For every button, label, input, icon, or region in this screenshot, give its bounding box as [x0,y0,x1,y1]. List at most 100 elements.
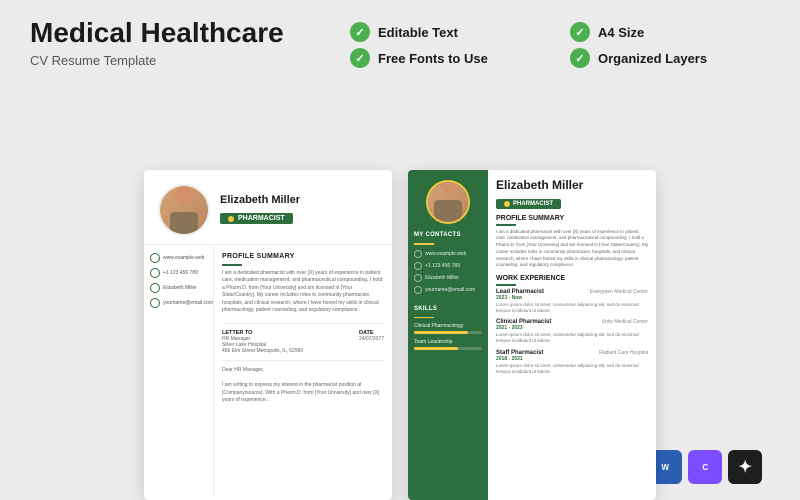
email-icon-right [414,286,422,294]
feature-label-free-fonts: Free Fonts to Use [378,51,488,66]
skill-name-clinical: Clinical Pharmacology [414,323,482,329]
email-icon [150,298,160,308]
title-area: Medical Healthcare CV Resume Template [30,18,330,68]
tool-canva-label: C [702,463,707,472]
profile-summary-title-right: PROFILE SUMMARY [496,215,648,222]
cv-left-header: Elizabeth Miller PHARMACIST [144,170,392,245]
letter-to-address: 456 Elm Street Metropolis, IL, 62960 [222,348,303,354]
cv-job-title-right: PHARMACIST [513,201,553,207]
avatar-person-right [430,182,466,222]
divider-left-2 [222,360,384,361]
sidebar-contact-4: yourname@email.com [150,298,207,308]
cv-job-title-left: PHARMACIST [238,215,285,222]
badge-dot-right [504,201,510,207]
work-underline-right [496,284,516,286]
sidebar-contact-3: Elizabeth Miller [150,283,207,293]
cv-body-left: www.example.web +1 123 456 789 Elizabeth… [144,245,392,497]
check-icon-editable: ✓ [350,22,370,42]
work-date-2: 2021 - 2023 [496,325,648,331]
feature-editable-text: ✓ Editable Text [350,22,550,42]
sidebar-contact-1: www.example.web [150,253,207,263]
phone-icon-right [414,262,422,270]
avatar-person-left [166,186,202,234]
work-company-1: Evergreen Medical Center [590,289,648,295]
globe-icon [150,253,160,263]
skill-bar-bg-clinical [414,331,482,334]
feature-label-a4-size: A4 Size [598,25,644,40]
skill-name-leadership: Team Leadership [414,339,482,345]
work-entry-3: Staff Pharmacist Radiant Care Hospital 2… [496,350,648,376]
cv-person-name-right: Elizabeth Miller [496,178,648,192]
right-contact-email: yourname@email.com [425,287,475,293]
contacts-underline-right [414,243,434,245]
check-icon-layers: ✓ [570,48,590,68]
right-contact-1: www.example.web [414,250,482,258]
cv-main-content-left: PROFILE SUMMARY I am a dedicated pharmac… [214,245,392,497]
top-section: Medical Healthcare CV Resume Template ✓ … [0,0,800,78]
tool-figma-icon: ✦ [728,450,762,484]
profile-summary-text-left: I am a dedicated pharmacist with over [X… [222,270,384,315]
letter-body: I am writing to express my interest in t… [222,382,384,405]
sidebar-contact-phone: +1 123 456 789 [163,270,198,277]
cv-right-layout: MY CONTACTS www.example.web +1 123 456 7… [408,170,656,500]
skills-label-right: SKILLS [414,306,437,312]
work-entry-1: Lead Pharmacist Evergreen Medical Center… [496,289,648,315]
feature-label-editable-text: Editable Text [378,25,458,40]
avatar-body-right [434,200,462,222]
avatar-head-left [175,186,193,204]
profile-summary-text-right: I am a dedicated pharmacist with over [X… [496,229,648,270]
right-contact-linkedin: Elizabeth Miller [425,275,459,281]
work-company-3: Radiant Care Hospital [599,350,648,356]
cv-right-sidebar: MY CONTACTS www.example.web +1 123 456 7… [408,170,488,500]
work-entry-2: Clinical Pharmacist Unity Medical Center… [496,319,648,345]
cv-title-badge-right: PHARMACIST [496,199,561,209]
globe-icon-right [414,250,422,258]
skill-bar-fill-clinical [414,331,468,334]
profile-underline-right [496,224,516,226]
avatar-image-left [160,186,208,234]
tool-canva-icon: C [688,450,722,484]
work-company-2: Unity Medical Center [602,319,648,325]
subtitle: CV Resume Template [30,53,330,68]
sidebar-contact-email: yourname@email.com [163,300,213,307]
tool-word-label: W [661,463,668,472]
check-icon-a4: ✓ [570,22,590,42]
letter-greeting: Dear HR Manager, [222,367,384,375]
avatar-head-right [439,182,457,192]
features-area: ✓ Editable Text ✓ A4 Size ✓ Free Fonts t… [350,18,770,68]
avatar-image-right [428,182,468,222]
cv-card-right: MY CONTACTS www.example.web +1 123 456 7… [408,170,656,500]
work-title-3: Staff Pharmacist [496,350,543,356]
avatar-right [426,180,470,224]
badge-dot-left [228,216,234,222]
letter-to-block: LETTER TO HR Manager Silver Lake Hospita… [222,330,303,354]
skill-bar-fill-leadership [414,347,458,350]
date-block: DATE 24/07/2077 [359,330,384,354]
work-text-1: Lorem ipsum dolor sit amet, consectetur … [496,302,648,315]
main-title: Medical Healthcare [30,18,330,49]
right-contact-web: www.example.web [425,251,466,257]
skill-clinical: Clinical Pharmacology [414,323,482,334]
cv-right-main: Elizabeth Miller PHARMACIST PROFILE SUMM… [488,170,656,500]
divider-left [222,323,384,324]
skill-bar-bg-leadership [414,347,482,350]
work-experience-title-right: WORK EXPERIENCE [496,275,648,282]
feature-label-organized-layers: Organized Layers [598,51,707,66]
skill-leadership: Team Leadership [414,339,482,350]
sidebar-contact-linkedin: Elizabeth Miller [163,285,197,292]
feature-organized-layers: ✓ Organized Layers [570,48,770,68]
cv-sidebar-left: www.example.web +1 123 456 789 Elizabeth… [144,245,214,497]
check-icon-fonts: ✓ [350,48,370,68]
right-contact-2: +1 123 456 789 [414,262,482,270]
work-date-1: 2023 - Now [496,295,648,301]
profile-underline-left [222,264,242,266]
feature-a4-size: ✓ A4 Size [570,22,770,42]
profile-summary-title-left: PROFILE SUMMARY [222,253,384,260]
feature-free-fonts: ✓ Free Fonts to Use [350,48,550,68]
avatar-left [158,184,210,236]
avatar-body-left [170,212,198,234]
work-text-2: Lorem ipsum dolor sit amet, consectetur … [496,332,648,345]
work-date-3: 2018 - 2021 [496,356,648,362]
letter-to-section: LETTER TO HR Manager Silver Lake Hospita… [222,330,384,354]
sidebar-contact-web: www.example.web [163,255,204,262]
